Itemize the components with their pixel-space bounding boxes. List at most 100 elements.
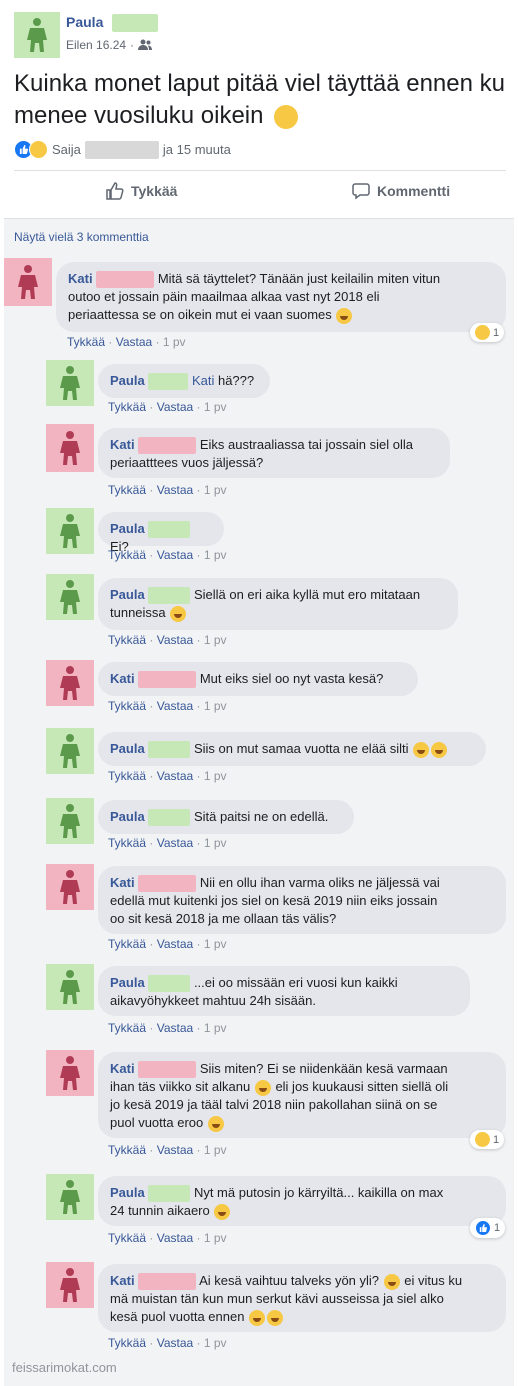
comment-time[interactable]: 1 pv (204, 937, 227, 951)
thumbs-up-icon (106, 182, 124, 200)
comment-reply-link[interactable]: Vastaa (157, 633, 193, 647)
comment-time[interactable]: 1 pv (204, 483, 227, 497)
comment-actions: Tykkää · Vastaa · 1 pv (108, 400, 227, 414)
comment-avatar[interactable] (46, 1174, 94, 1220)
comment-like-link[interactable]: Tykkää (108, 1336, 146, 1350)
comment-like-link[interactable]: Tykkää (108, 483, 146, 497)
comment-avatar[interactable] (46, 1050, 94, 1096)
comment-reaction-badge[interactable]: 1 (470, 1218, 506, 1238)
redacted-surname (138, 671, 197, 689)
comment-like-link[interactable]: Tykkää (108, 699, 146, 713)
comment-bubble: Paula Ei? (98, 512, 224, 554)
comment-like-link[interactable]: Tykkää (108, 633, 146, 647)
comment-reply-link[interactable]: Vastaa (157, 699, 193, 713)
redacted-surname (96, 271, 155, 289)
comment-actions: Tykkää · Vastaa · 1 pv (108, 1021, 227, 1035)
person-icon (60, 1180, 80, 1214)
comment-avatar[interactable] (46, 508, 94, 554)
comment-like-link[interactable]: Tykkää (108, 1231, 146, 1245)
comment-bubble: Kati Eiks austraaliassa tai jossain siel… (98, 428, 450, 478)
comment-reply-link[interactable]: Vastaa (157, 1143, 193, 1157)
comment-actions: Tykkää · Vastaa · 1 pv (108, 937, 227, 951)
comment-author[interactable]: Paula (110, 587, 145, 602)
comment-author[interactable]: Paula (110, 975, 145, 990)
comment-actions: Tykkää · Vastaa · 1 pv (108, 1336, 227, 1350)
comment-bubble: Kati Mut eiks siel oo nyt vasta kesä? (98, 662, 418, 696)
comment-author[interactable]: Kati (68, 271, 93, 286)
comment-reaction-badge[interactable]: 1 (470, 323, 505, 342)
post-author-avatar[interactable] (14, 12, 60, 58)
comment-author[interactable]: Paula (110, 809, 145, 824)
redacted-surname (148, 1185, 191, 1203)
comment-time[interactable]: 1 pv (204, 1231, 227, 1245)
comment-time[interactable]: 1 pv (204, 699, 227, 713)
comment-time[interactable]: 1 pv (204, 1021, 227, 1035)
comment-like-link[interactable]: Tykkää (108, 937, 146, 951)
comment-avatar[interactable] (46, 864, 94, 910)
comment-like-link[interactable]: Tykkää (108, 836, 146, 850)
comment-author[interactable]: Kati (110, 671, 135, 686)
comment-like-link[interactable]: Tykkää (108, 400, 146, 414)
comment-button[interactable]: Kommentti (352, 182, 450, 200)
comment-reply-link[interactable]: Vastaa (157, 400, 193, 414)
comment-avatar[interactable] (46, 798, 94, 844)
friends-privacy-icon (138, 39, 153, 50)
redacted-surname (138, 1061, 197, 1079)
comment-time[interactable]: 1 pv (204, 769, 227, 783)
post-author-name[interactable]: Paula (66, 14, 103, 30)
comment-author[interactable]: Paula (110, 741, 145, 756)
comment-author[interactable]: Paula (110, 1185, 145, 1200)
comment-time[interactable]: 1 pv (204, 400, 227, 414)
comment-time[interactable]: 1 pv (204, 548, 227, 562)
comment-reply-link[interactable]: Vastaa (157, 1021, 193, 1035)
comment-avatar[interactable] (46, 964, 94, 1010)
comment-reply-link[interactable]: Vastaa (157, 548, 193, 562)
comment-author[interactable]: Kati (110, 875, 135, 890)
comment-like-link[interactable]: Tykkää (108, 769, 146, 783)
comment-reply-link[interactable]: Vastaa (157, 836, 193, 850)
comment-reply-link[interactable]: Vastaa (116, 335, 152, 349)
comment-reply-link[interactable]: Vastaa (157, 1231, 193, 1245)
grinning-emoji (254, 1079, 271, 1096)
comment-like-link[interactable]: Tykkää (108, 1143, 146, 1157)
comment-author[interactable]: Kati (110, 1061, 135, 1076)
comment-avatar[interactable] (46, 574, 94, 620)
comment-actions: Tykkää · Vastaa · 1 pv (108, 1231, 227, 1245)
comment-reaction-badge[interactable]: 1 (470, 1130, 505, 1149)
comment-like-link[interactable]: Tykkää (67, 335, 105, 349)
reaction-summary[interactable]: Saija ja 15 muuta (14, 140, 231, 159)
comment-reply-link[interactable]: Vastaa (157, 1336, 193, 1350)
comment-reply-link[interactable]: Vastaa (157, 937, 193, 951)
comment-author[interactable]: Kati (110, 1273, 135, 1288)
comment-bubble: Kati Nii en ollu ihan varma oliks ne jäl… (98, 866, 506, 934)
comment-avatar[interactable] (46, 424, 94, 472)
view-more-comments-link[interactable]: Näytä vielä 3 kommenttia (14, 230, 149, 244)
comment-bubble: Paula Sitä paitsi ne on edellä. (98, 800, 354, 834)
comment-reply-link[interactable]: Vastaa (157, 483, 193, 497)
comment-bubble: Kati Siis miten? Ei se niidenkään kesä v… (98, 1052, 506, 1138)
comment-time[interactable]: 1 pv (204, 1143, 227, 1157)
comment-avatar[interactable] (46, 1262, 94, 1308)
rofl-emoji (249, 1309, 266, 1326)
mention-link[interactable]: Kati (192, 373, 214, 388)
comment-like-link[interactable]: Tykkää (108, 548, 146, 562)
comment-author[interactable]: Paula (110, 521, 145, 536)
reaction-name[interactable]: Saija (52, 142, 81, 157)
comment-time[interactable]: 1 pv (204, 836, 227, 850)
comment-avatar[interactable] (46, 360, 94, 406)
like-button[interactable]: Tykkää (106, 182, 177, 200)
comment-avatar[interactable] (46, 660, 94, 706)
comment-time[interactable]: 1 pv (204, 1336, 227, 1350)
divider-top (14, 170, 506, 171)
reaction-others[interactable]: ja 15 muuta (163, 142, 231, 157)
comment-avatar[interactable] (46, 728, 94, 774)
comment-author[interactable]: Kati (110, 437, 135, 452)
comment-like-link[interactable]: Tykkää (108, 1021, 146, 1035)
comment-reply-link[interactable]: Vastaa (157, 769, 193, 783)
comment-author[interactable]: Paula (110, 373, 145, 388)
post-timestamp[interactable]: Eilen 16.24 (66, 38, 126, 52)
comment-time[interactable]: 1 pv (204, 633, 227, 647)
comment-time[interactable]: 1 pv (163, 335, 186, 349)
comment-avatar[interactable] (4, 258, 52, 306)
redacted-surname (148, 975, 191, 993)
